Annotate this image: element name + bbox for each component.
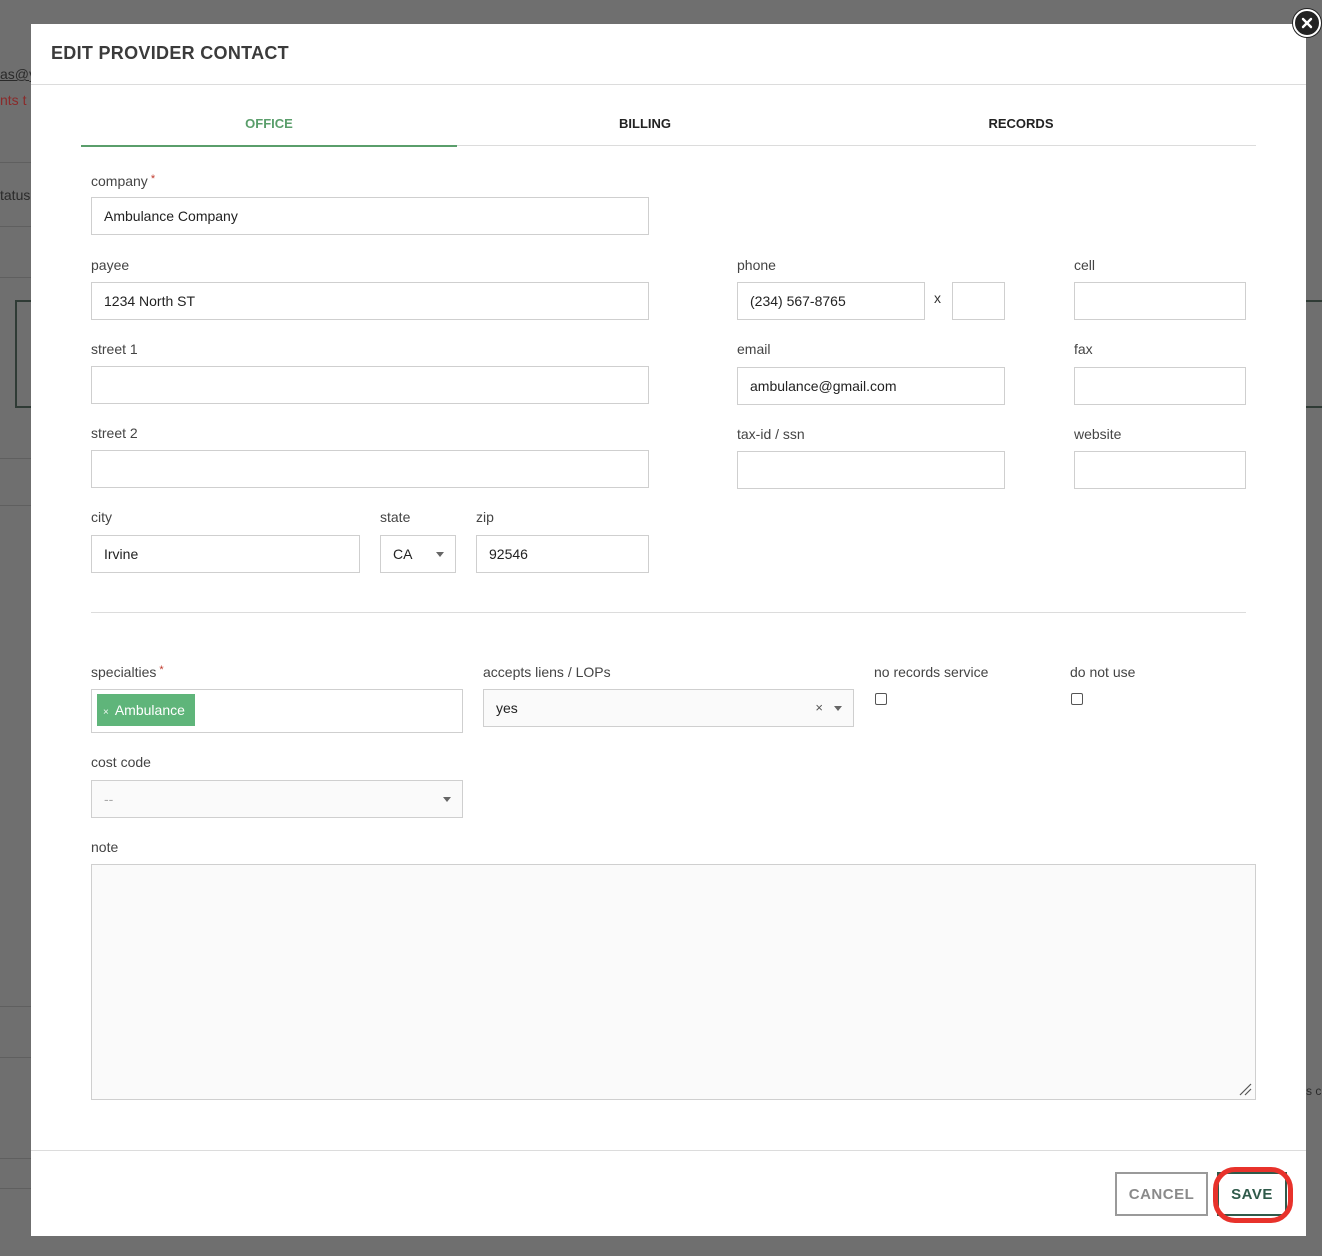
city-input[interactable]: Irvine	[91, 535, 360, 573]
bg-right-fragment: s c	[1306, 1084, 1322, 1098]
section-divider	[91, 612, 1246, 613]
bg-divider	[0, 505, 31, 506]
payee-input[interactable]: 1234 North ST	[91, 282, 649, 320]
bg-divider	[0, 1006, 31, 1007]
bg-status-fragment: tatus	[0, 187, 31, 203]
taxid-input[interactable]	[737, 451, 1005, 489]
bg-divider	[0, 162, 31, 163]
phone-ext-input[interactable]	[952, 282, 1005, 320]
cell-input[interactable]	[1074, 282, 1246, 320]
street2-input[interactable]	[91, 450, 649, 488]
resize-handle-icon[interactable]	[1238, 1082, 1252, 1096]
no-records-service-checkbox[interactable]	[875, 693, 887, 705]
fax-label: fax	[1074, 341, 1093, 357]
street1-label: street 1	[91, 341, 138, 357]
required-marker: *	[159, 664, 164, 676]
website-label: website	[1074, 426, 1122, 442]
city-label: city	[91, 509, 112, 525]
street1-input[interactable]	[91, 366, 649, 404]
bg-divider	[0, 277, 31, 278]
fax-input[interactable]	[1074, 367, 1246, 405]
cost-code-value: --	[104, 791, 114, 807]
close-x-glyph	[1301, 17, 1313, 29]
bg-divider	[0, 1188, 31, 1189]
zip-input[interactable]: 92546	[476, 535, 649, 573]
state-select[interactable]: CA	[380, 535, 456, 573]
modal-footer: CANCEL SAVE	[31, 1150, 1306, 1236]
specialties-label: specialties *	[91, 664, 164, 680]
tab-records[interactable]: RECORDS	[833, 114, 1209, 146]
zip-label: zip	[476, 509, 494, 525]
clear-icon[interactable]: ×	[815, 690, 823, 726]
company-input[interactable]: Ambulance Company	[91, 197, 649, 235]
accepts-liens-label: accepts liens / LOPs	[483, 664, 611, 680]
chevron-down-icon	[834, 706, 842, 711]
chevron-down-icon	[443, 797, 451, 802]
email-input[interactable]: ambulance@gmail.com	[737, 367, 1005, 405]
bg-divider	[0, 458, 31, 459]
edit-provider-modal: EDIT PROVIDER CONTACT OFFICE BILLING REC…	[31, 24, 1306, 1236]
tab-office[interactable]: OFFICE	[81, 114, 457, 147]
tab-bar: OFFICE BILLING RECORDS	[81, 114, 1256, 147]
street2-label: street 2	[91, 425, 138, 441]
cost-code-label: cost code	[91, 754, 151, 770]
note-textarea[interactable]	[91, 864, 1256, 1100]
taxid-label: tax-id / ssn	[737, 426, 805, 442]
bg-divider	[0, 226, 31, 227]
bg-divider	[0, 1057, 31, 1058]
modal-header: EDIT PROVIDER CONTACT	[31, 24, 1306, 85]
modal-title: EDIT PROVIDER CONTACT	[51, 43, 289, 63]
note-label: note	[91, 839, 119, 855]
cell-label: cell	[1074, 257, 1096, 273]
state-value: CA	[393, 546, 413, 562]
cancel-button[interactable]: CANCEL	[1115, 1172, 1208, 1216]
bg-box-right	[1306, 300, 1322, 408]
tag-remove-icon[interactable]: ×	[103, 707, 109, 718]
cost-code-select[interactable]: --	[91, 780, 463, 818]
accepts-liens-select[interactable]: yes ×	[483, 689, 854, 727]
specialty-tag: × Ambulance	[97, 694, 195, 726]
bg-divider	[0, 1158, 31, 1159]
payee-label: payee	[91, 257, 130, 273]
close-icon[interactable]	[1293, 9, 1321, 37]
save-button[interactable]: SAVE	[1217, 1172, 1287, 1216]
accepts-liens-value: yes	[496, 700, 518, 716]
required-marker: *	[150, 173, 156, 185]
phone-ext-separator: x	[934, 290, 941, 306]
do-not-use-checkbox[interactable]	[1071, 693, 1083, 705]
specialty-tag-label: Ambulance	[114, 702, 185, 718]
bg-note-fragment: nts t	[0, 92, 27, 108]
phone-input[interactable]: (234) 567-8765	[737, 282, 925, 320]
state-label: state	[380, 509, 411, 525]
no-records-service-label: no records service	[874, 664, 989, 680]
tab-billing[interactable]: BILLING	[457, 114, 833, 146]
company-label: company *	[91, 173, 156, 189]
chevron-down-icon	[436, 552, 444, 557]
website-input[interactable]	[1074, 451, 1246, 489]
specialties-multiselect[interactable]: × Ambulance	[91, 689, 463, 733]
do-not-use-label: do not use	[1070, 664, 1136, 680]
phone-label: phone	[737, 257, 776, 273]
email-label: email	[737, 341, 771, 357]
